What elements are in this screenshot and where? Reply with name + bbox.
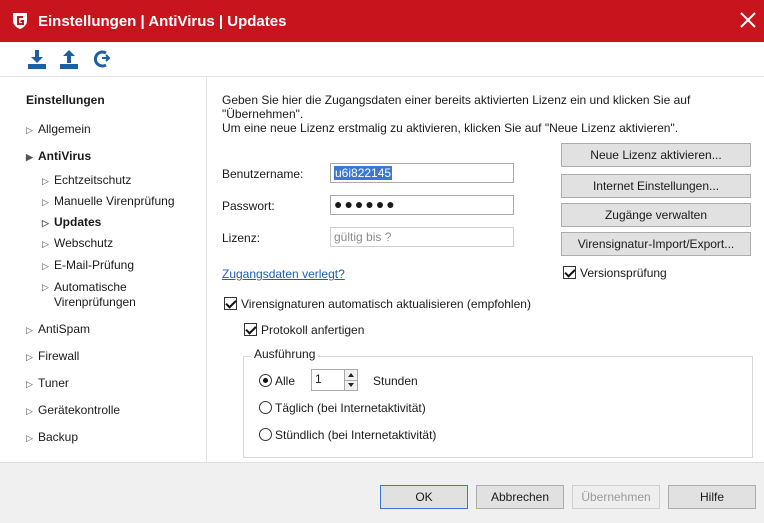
cancel-button[interactable]: Abbrechen — [476, 485, 564, 509]
license-value: gültig bis ? — [334, 230, 392, 244]
sidebar-item-label: Echtzeitschutz — [54, 173, 132, 187]
sidebar-item-firewall[interactable]: ▷ Firewall — [26, 349, 79, 363]
expanded-arrow-icon: ▶ — [26, 152, 33, 162]
internet-settings-button[interactable]: Internet Einstellungen... — [561, 174, 751, 198]
settings-panel: Geben Sie hier die Zugangsdaten einer be… — [206, 77, 764, 462]
version-check-checkbox[interactable] — [563, 266, 576, 279]
sidebar-item-email-pruefung[interactable]: ▷ E-Mail-Prüfung — [42, 258, 134, 272]
auto-update-label: Virensignaturen automatisch aktualisiere… — [241, 297, 531, 311]
sidebar-item-label: AntiVirus — [38, 149, 92, 163]
expand-arrow-icon: ▷ — [42, 239, 49, 249]
expand-arrow-icon: ▷ — [26, 379, 33, 389]
spin-down-icon[interactable] — [345, 380, 357, 390]
sidebar-item-label: Allgemein — [38, 122, 91, 136]
expand-arrow-icon: ▷ — [42, 282, 49, 292]
execution-legend: Ausführung — [251, 347, 319, 361]
sidebar-heading: Einstellungen — [26, 93, 105, 107]
sidebar-item-backup[interactable]: ▷ Backup — [26, 430, 78, 444]
intro-line-1: Geben Sie hier die Zugangsdaten einer be… — [222, 93, 691, 121]
gdata-logo-icon — [13, 13, 27, 29]
option-daily-label: Täglich (bei Internetaktivität) — [275, 401, 426, 415]
protocol-label: Protokoll anfertigen — [261, 323, 365, 337]
expand-arrow-icon: ▷ — [42, 218, 49, 228]
sidebar-item-updates[interactable]: ▷ Updates — [42, 215, 101, 229]
forgot-credentials-link[interactable]: Zugangsdaten verlegt? — [222, 267, 345, 281]
expand-arrow-icon: ▷ — [26, 406, 33, 416]
intro-line-2: Um eine neue Lizenz erstmalig zu aktivie… — [222, 121, 679, 135]
expand-arrow-icon: ▷ — [42, 176, 49, 186]
sidebar-item-label: Tuner — [38, 376, 69, 390]
reset-icon[interactable] — [90, 48, 112, 70]
manage-access-button[interactable]: Zugänge verwalten — [561, 203, 751, 227]
sidebar-item-label: Manuelle Virenprüfung — [54, 194, 175, 208]
password-value: ●●●●●● — [334, 196, 397, 212]
expand-arrow-icon: ▷ — [26, 125, 33, 135]
ok-button[interactable]: OK — [380, 485, 468, 509]
upload-icon[interactable] — [58, 48, 80, 70]
username-field[interactable]: u6i822145 — [330, 163, 514, 183]
sidebar-item-webschutz[interactable]: ▷ Webschutz — [42, 236, 113, 250]
option-all-label: Alle — [275, 374, 296, 388]
expand-arrow-icon: ▷ — [42, 197, 49, 207]
sidebar-item-label: Backup — [38, 430, 79, 444]
sidebar-item-label: Gerätekontrolle — [38, 403, 121, 417]
sidebar-item-tuner[interactable]: ▷ Tuner — [26, 376, 69, 390]
expand-arrow-icon: ▷ — [42, 261, 49, 271]
interval-value: 1 — [315, 372, 322, 386]
password-field[interactable]: ●●●●●● — [330, 195, 514, 215]
download-icon[interactable] — [26, 48, 48, 70]
sidebar-item-label: Updates — [54, 215, 102, 229]
protocol-checkbox[interactable] — [244, 323, 257, 336]
expand-arrow-icon: ▷ — [26, 433, 33, 443]
option-all-radio[interactable] — [259, 374, 272, 387]
apply-button[interactable]: Übernehmen — [572, 485, 660, 509]
expand-arrow-icon: ▷ — [26, 352, 33, 362]
version-check-label: Versionsprüfung — [580, 266, 667, 280]
sidebar-item-echtzeitschutz[interactable]: ▷ Echtzeitschutz — [42, 173, 131, 187]
sidebar-item-label: E-Mail-Prüfung — [54, 258, 135, 272]
password-label: Passwort: — [222, 199, 275, 213]
sidebar-item-manuelle-virenpruefung[interactable]: ▷ Manuelle Virenprüfung — [42, 194, 175, 208]
interval-spinner — [344, 369, 358, 391]
signature-import-export-button[interactable]: Virensignatur-Import/Export... — [561, 232, 751, 256]
sidebar-item-automatische-virenpruefungen[interactable]: ▷ Automatische Virenprüfungen — [42, 280, 162, 310]
sidebar-item-label: Webschutz — [54, 236, 114, 250]
dialog-footer: OK Abbrechen Übernehmen Hilfe — [0, 462, 764, 523]
expand-arrow-icon: ▷ — [26, 325, 33, 335]
username-value: u6i822145 — [334, 166, 393, 180]
sidebar-item-antivirus[interactable]: ▶ AntiVirus — [26, 149, 91, 163]
sidebar-item-label: AntiSpam — [38, 322, 91, 336]
close-icon[interactable] — [736, 8, 760, 32]
window-title: Einstellungen | AntiVirus | Updates — [38, 13, 287, 30]
sidebar-item-antispam[interactable]: ▷ AntiSpam — [26, 322, 90, 336]
sidebar-item-geraetekontrolle[interactable]: ▷ Gerätekontrolle — [26, 403, 120, 417]
option-daily-radio[interactable] — [259, 401, 272, 414]
interval-unit-label: Stunden — [373, 374, 418, 388]
sidebar-item-label: Automatische Virenprüfungen — [54, 280, 136, 309]
license-label: Lizenz: — [222, 231, 261, 245]
interval-input[interactable]: 1 — [311, 369, 345, 391]
option-hourly-label: Stündlich (bei Internetaktivität) — [275, 428, 437, 442]
username-label: Benutzername: — [222, 167, 304, 181]
intro-text: Geben Sie hier die Zugangsdaten einer be… — [222, 93, 762, 135]
sidebar-item-label: Firewall — [38, 349, 80, 363]
sidebar: Einstellungen ▷ Allgemein ▶ AntiVirus ▷ Ech… — [0, 77, 205, 462]
title-bar: Einstellungen | AntiVirus | Updates — [0, 0, 764, 42]
license-field: gültig bis ? — [330, 227, 514, 247]
sidebar-item-allgemein[interactable]: ▷ Allgemein — [26, 122, 91, 136]
option-hourly-radio[interactable] — [259, 428, 272, 441]
auto-update-checkbox[interactable] — [224, 297, 237, 310]
help-button[interactable]: Hilfe — [668, 485, 756, 509]
new-license-button[interactable]: Neue Lizenz aktivieren... — [561, 143, 751, 167]
toolbar — [0, 42, 764, 77]
